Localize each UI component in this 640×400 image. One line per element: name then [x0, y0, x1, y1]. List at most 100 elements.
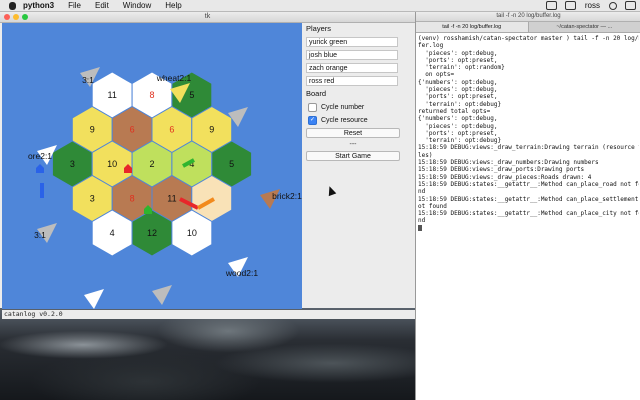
reset-button[interactable]: Reset	[306, 128, 400, 138]
cycle-number-checkbox[interactable]: Cycle number	[308, 102, 401, 112]
checkbox-icon[interactable]	[308, 102, 317, 112]
tile-number: 10	[107, 159, 117, 169]
players-label: Players	[306, 24, 332, 33]
control-panel: Players yurick green josh blue zach oran…	[304, 24, 401, 184]
port-label: wheat2:1	[156, 73, 192, 83]
port-triangle	[152, 285, 172, 305]
window-title: tk	[204, 13, 211, 20]
player-entry-4[interactable]: ross red	[306, 76, 398, 86]
terminal-line: 'ports': opt:preset,	[418, 56, 498, 64]
cycle-number-label: Cycle number	[321, 103, 365, 111]
player-entry-3[interactable]: zach orange	[306, 63, 398, 73]
minimize-icon[interactable]	[13, 14, 19, 20]
separator: ---	[349, 141, 357, 148]
cycle-resource-label: Cycle resource	[321, 116, 368, 124]
port-triangle	[84, 289, 104, 309]
window-titlebar[interactable]: tk	[0, 12, 415, 23]
terminal-line: 'terrain': opt:debug}	[418, 100, 502, 108]
settlement-piece	[36, 164, 44, 173]
checkmark-icon[interactable]: ✓	[308, 115, 317, 125]
menubar: python3 File Edit Window Help ross	[0, 0, 640, 12]
terminal-line: on opts=	[418, 71, 455, 79]
terminal-line: 'terrain': opt:random}	[418, 64, 505, 72]
search-icon[interactable]	[609, 1, 617, 10]
tile-number: 9	[90, 125, 95, 135]
tile-number: 4	[110, 228, 115, 238]
terminal-line: {'numbers': opt:debug,	[418, 115, 498, 123]
tile-number: 8	[130, 194, 135, 204]
tile-number: 11	[107, 90, 116, 100]
zoom-icon[interactable]	[22, 14, 28, 20]
terminal-line: returned total opts=	[418, 107, 491, 115]
menubar-status-area: ross	[542, 1, 640, 10]
terminal-line: 'ports': opt:preset,	[418, 129, 498, 137]
terminal-line: 'terrain': opt:debug}	[418, 137, 502, 145]
port-label: wood2:1	[225, 268, 258, 278]
list-icon[interactable]	[625, 1, 636, 10]
tile-number: 10	[187, 228, 197, 238]
tile-number: 11	[167, 194, 176, 204]
terminal-cursor	[418, 224, 422, 231]
player-entry-1[interactable]: yurick green	[306, 37, 398, 47]
terminal-line: 15:18:59 DEBUG:views:_draw_ports:Drawing…	[418, 166, 585, 174]
terminal-line: les)	[418, 151, 433, 159]
tile-number: 5	[229, 159, 234, 169]
tile-number: 2	[149, 159, 154, 169]
terminal-window: tail -f -n 20 log/buffer.log tail -f -n …	[415, 12, 640, 400]
port-label: 3:1	[82, 75, 94, 85]
terminal-line: ot found	[418, 202, 447, 210]
port-label: ore2:1	[28, 151, 52, 161]
terminal-line: (venv) rosshamish/catan-spectator master…	[418, 35, 639, 42]
board-canvas[interactable]: 11 8 59 6 6 93 10 2 4 53 8 114 12 103:1 wheat2:1ore2:1…	[2, 23, 302, 309]
tile-number: 6	[130, 125, 135, 135]
board-label: Board	[306, 89, 327, 98]
menubar-app-name[interactable]: python3	[23, 1, 54, 10]
tile-number: 5	[189, 90, 194, 100]
menu-file[interactable]: File	[68, 1, 81, 10]
terminal-line: 15:18:59 DEBUG:states:__getattr__:Method…	[418, 195, 639, 203]
terminal-line: {'numbers': opt:debug,	[418, 78, 498, 86]
start-game-button[interactable]: Start Game	[306, 151, 400, 161]
terminal-line: 'pieces': opt:debug,	[418, 122, 498, 130]
tile-number: 6	[169, 125, 174, 135]
menubar-user[interactable]: ross	[585, 1, 600, 10]
wifi-icon[interactable]	[545, 1, 557, 10]
window-controls	[4, 14, 31, 20]
terminal-line: 15:18:59 DEBUG:states:__getattr__:Method…	[418, 180, 639, 188]
port-label: sheep2:1	[67, 307, 102, 309]
tile-number: 12	[147, 228, 157, 238]
menu-window[interactable]: Window	[123, 1, 151, 10]
tile-number: 9	[209, 125, 214, 135]
port-label: brick2:1	[272, 191, 302, 201]
close-icon[interactable]	[4, 14, 10, 20]
port-label: 3:1	[168, 307, 180, 309]
terminal-line: 15:18:59 DEBUG:views:_draw_pieces:Roads …	[418, 173, 592, 181]
terminal-line: 15:18:59 DEBUG:views:_draw_numbers:Drawi…	[418, 159, 599, 167]
catan-board[interactable]: 11 8 5 9 6 6 9 3 10 2 4 5 3 8 11 4 12 10 3:1 wheat2:1 ore2:1…	[2, 23, 302, 309]
menu-help[interactable]: Help	[165, 1, 181, 10]
cycle-resource-checkbox[interactable]: ✓ Cycle resource	[308, 115, 401, 125]
terminal-line: nd	[418, 188, 426, 196]
terminal-titlebar[interactable]: tail -f -n 20 log/buffer.log	[416, 12, 640, 22]
terminal-line: fer.log	[418, 42, 444, 50]
tk-window: tk 11 8 5 9 6 6 9 3 10 2 4 5 3 8 11 4 12 10 3:1 wheat2:1 ore…	[0, 12, 416, 319]
tile-number: 8	[149, 90, 154, 100]
terminal-line: 'ports': opt:preset,	[418, 93, 498, 101]
port-label: 3:1	[34, 230, 46, 240]
player-entry-2[interactable]: josh blue	[306, 50, 398, 60]
terminal-output[interactable]: (venv) rosshamish/catan-spectator master…	[416, 33, 640, 397]
terminal-line: nd	[418, 217, 426, 225]
status-bar: catanlog v0.2.0	[2, 310, 416, 319]
desktop-background	[0, 308, 415, 400]
terminal-line: 'pieces': opt:debug,	[418, 86, 498, 94]
tile-number: 3	[70, 159, 75, 169]
terminal-tab-1[interactable]: tail -f -n 20 log/buffer.log	[416, 22, 529, 32]
terminal-tab-2[interactable]: ~/catan-spectator — ...	[529, 22, 640, 32]
menu-edit[interactable]: Edit	[95, 1, 109, 10]
apple-icon[interactable]	[9, 1, 16, 10]
desktop-wallpaper	[0, 308, 415, 400]
terminal-line: 15:18:59 DEBUG:states:__getattr__:Method…	[418, 210, 639, 218]
terminal-line: 'pieces': opt:debug,	[418, 49, 498, 57]
terminal-line: 15:18:59 DEBUG:views:_draw_terrain:Drawi…	[418, 144, 639, 152]
battery-icon[interactable]	[564, 1, 576, 10]
